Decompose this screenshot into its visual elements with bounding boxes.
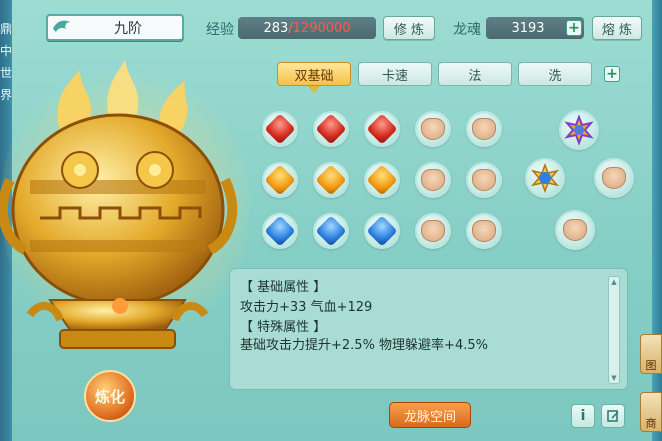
melt-button[interactable]: 熔 炼 bbox=[592, 16, 642, 40]
red-gem-icon bbox=[315, 113, 347, 145]
special-gem-slot-empty[interactable] bbox=[555, 210, 595, 250]
nav-char-2: 中 bbox=[0, 44, 13, 58]
dragon-soul-value: 3193 bbox=[511, 20, 545, 36]
empty-socket-icon bbox=[421, 169, 445, 191]
red-gem-icon bbox=[366, 113, 398, 145]
tab-wash[interactable]: 洗 bbox=[518, 62, 592, 86]
side-tab-map[interactable]: 图 bbox=[640, 334, 662, 374]
gem-slot-empty[interactable] bbox=[466, 111, 502, 147]
special-gem-slot-empty[interactable] bbox=[594, 158, 634, 198]
gem-slot-orange[interactable] bbox=[262, 162, 298, 198]
add-tab-plus-icon[interactable]: + bbox=[604, 66, 620, 82]
empty-socket-icon bbox=[472, 220, 496, 242]
cultivate-button[interactable]: 修 炼 bbox=[383, 16, 435, 40]
scroll-up-icon[interactable]: ▲ bbox=[608, 277, 620, 287]
gem-slot-red[interactable] bbox=[262, 111, 298, 147]
tab-dual-base[interactable]: 双基础 bbox=[277, 62, 351, 86]
gem-slot-red[interactable] bbox=[313, 111, 349, 147]
dragon-vein-space-button[interactable]: 龙脉空间 bbox=[389, 402, 471, 428]
blue-gem-icon bbox=[264, 215, 296, 247]
gem-slot-empty[interactable] bbox=[466, 162, 502, 198]
special-attr-header: 【 特殊属性 】 bbox=[240, 320, 327, 335]
empty-socket-icon bbox=[421, 118, 445, 140]
empty-socket-icon bbox=[421, 220, 445, 242]
base-attr-line: 攻击力+33 气血+129 bbox=[240, 300, 373, 315]
gem-slot-empty[interactable] bbox=[415, 111, 451, 147]
gem-slot-empty[interactable] bbox=[415, 213, 451, 249]
dragon-emblem-icon bbox=[53, 20, 70, 32]
special-gem-slot[interactable] bbox=[559, 110, 599, 150]
empty-socket-icon bbox=[563, 219, 587, 241]
empty-socket-icon bbox=[602, 167, 626, 189]
right-rail bbox=[652, 0, 662, 441]
cauldron-icon bbox=[0, 60, 238, 349]
gem-slot-blue[interactable] bbox=[313, 213, 349, 249]
orange-gem-icon bbox=[315, 164, 347, 196]
scroll-down-icon[interactable]: ▼ bbox=[608, 373, 620, 383]
gem-slot-blue[interactable] bbox=[364, 213, 400, 249]
rainbow-gem-icon bbox=[564, 115, 594, 145]
exp-current: 283 bbox=[263, 20, 289, 36]
gem-slot-empty[interactable] bbox=[415, 162, 451, 198]
exp-max: 1290000 bbox=[292, 20, 351, 36]
gem-slot-orange[interactable] bbox=[313, 162, 349, 198]
orange-gem-icon bbox=[264, 164, 296, 196]
empty-socket-icon bbox=[472, 118, 496, 140]
side-tab-shop[interactable]: 商 bbox=[640, 392, 662, 432]
gem-slot-red[interactable] bbox=[364, 111, 400, 147]
edit-button[interactable] bbox=[601, 404, 625, 428]
stats-scrollbar[interactable] bbox=[608, 276, 620, 384]
gem-slot-orange[interactable] bbox=[364, 162, 400, 198]
tab-speed[interactable]: 卡速 bbox=[358, 62, 432, 86]
empty-socket-icon bbox=[472, 169, 496, 191]
dragon-soul-label: 龙魂 bbox=[453, 22, 481, 38]
special-gem-slot[interactable] bbox=[525, 158, 565, 198]
gem-slot-blue[interactable] bbox=[262, 213, 298, 249]
base-attr-header: 【 基础属性 】 bbox=[240, 280, 327, 295]
tier-name: 九阶 bbox=[114, 20, 142, 37]
tab-magic[interactable]: 法 bbox=[438, 62, 512, 86]
orange-gem-icon bbox=[366, 164, 398, 196]
exp-label: 经验 bbox=[206, 22, 234, 38]
gem-slot-empty[interactable] bbox=[466, 213, 502, 249]
blue-gem-icon bbox=[530, 163, 560, 193]
refine-button[interactable]: 炼化 bbox=[84, 370, 136, 422]
blue-gem-icon bbox=[366, 215, 398, 247]
active-tab-pointer-icon bbox=[308, 86, 320, 93]
special-attr-line: 基础攻击力提升+2.5% 物理躲避率+4.5% bbox=[240, 338, 488, 353]
add-soul-plus-icon[interactable]: + bbox=[566, 20, 582, 36]
blue-gem-icon bbox=[315, 215, 347, 247]
red-gem-icon bbox=[264, 113, 296, 145]
edit-icon bbox=[607, 410, 619, 422]
nav-char-1: 鼎 bbox=[0, 22, 13, 36]
exp-value-field: 283/1290000 bbox=[238, 17, 376, 39]
info-button[interactable]: i bbox=[571, 404, 595, 428]
